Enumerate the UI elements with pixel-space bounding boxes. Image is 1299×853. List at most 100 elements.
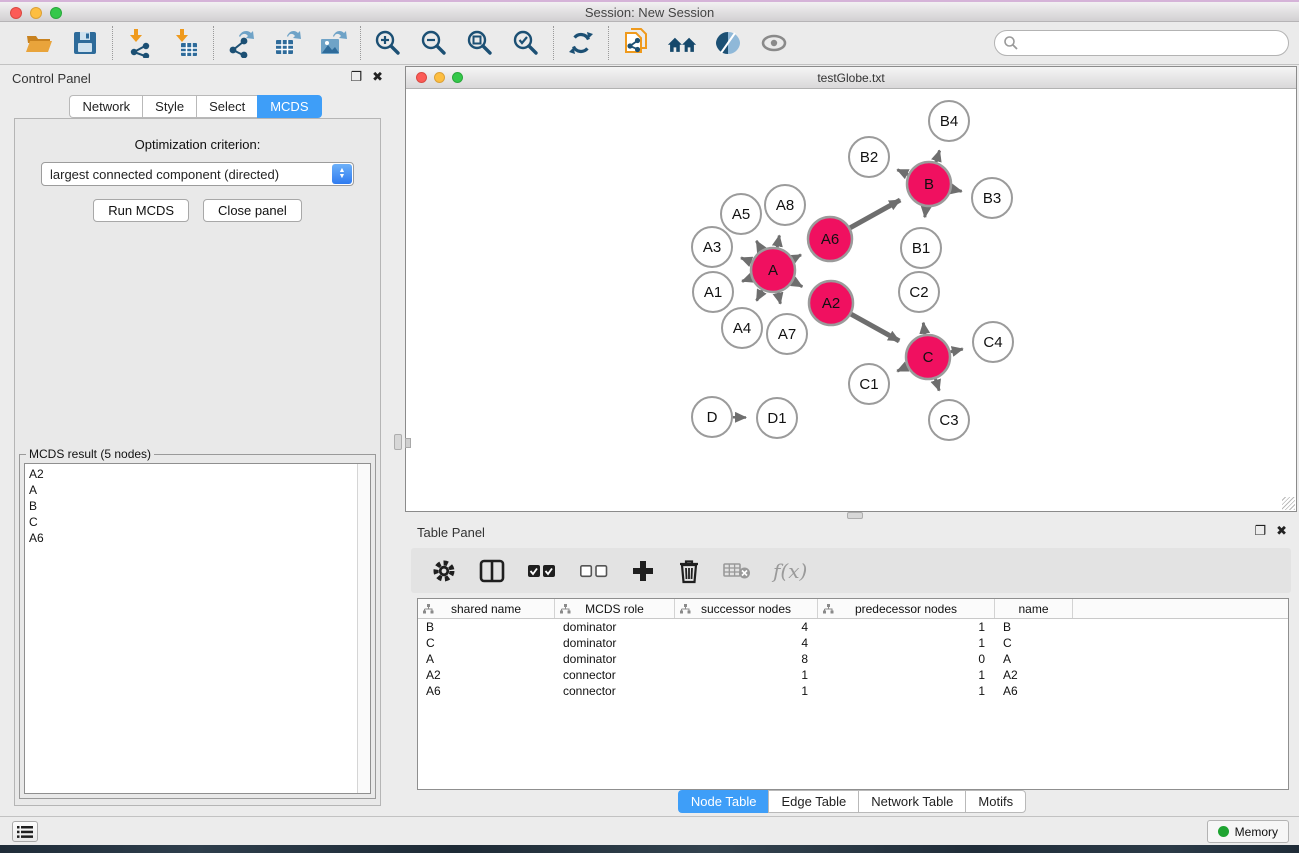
mcds-result-item[interactable]: A6 — [29, 530, 370, 546]
column-header-predecessor-nodes[interactable]: predecessor nodes — [818, 599, 995, 618]
graph-edge-A-A4[interactable] — [757, 290, 763, 300]
float-panel-icon[interactable]: ❐ — [350, 69, 362, 85]
mcds-result-item[interactable]: C — [29, 514, 370, 530]
import-network-icon[interactable] — [125, 28, 155, 58]
close-table-panel-icon[interactable]: ✖ — [1276, 523, 1287, 539]
table-cell[interactable]: A — [418, 652, 555, 666]
export-image-icon[interactable] — [318, 28, 348, 58]
memory-button[interactable]: Memory — [1207, 820, 1289, 843]
graph-edge-A-A3[interactable] — [741, 258, 752, 262]
table-cell[interactable]: A6 — [418, 684, 555, 698]
table-cell[interactable]: A6 — [995, 684, 1073, 698]
close-panel-icon[interactable]: ✖ — [372, 69, 383, 85]
mcds-list-scrollbar[interactable] — [357, 464, 370, 793]
table-settings-icon[interactable] — [431, 558, 457, 584]
search-field[interactable] — [994, 30, 1289, 56]
close-panel-button[interactable]: Close panel — [203, 199, 302, 222]
table-row[interactable]: Bdominator41B — [418, 619, 1288, 635]
save-session-icon[interactable] — [70, 28, 100, 58]
window-resize-grip[interactable] — [1282, 497, 1295, 510]
graph-edge-B-B1[interactable] — [925, 207, 926, 217]
table-cell[interactable]: 1 — [818, 684, 995, 698]
table-tab-motifs[interactable]: Motifs — [965, 790, 1026, 813]
table-cell[interactable]: dominator — [555, 620, 675, 634]
control-tab-select[interactable]: Select — [196, 95, 257, 118]
graph-edge-C-C3[interactable] — [935, 379, 939, 391]
float-table-panel-icon[interactable]: ❐ — [1254, 523, 1266, 539]
graph-edge-A-A2[interactable] — [793, 281, 802, 286]
graph-edge-B-B2[interactable] — [897, 170, 908, 175]
export-table-icon[interactable] — [272, 28, 302, 58]
new-network-from-selection-icon[interactable] — [621, 28, 651, 58]
deselect-all-columns-icon[interactable] — [579, 563, 609, 579]
control-tab-style[interactable]: Style — [142, 95, 196, 118]
export-network-icon[interactable] — [226, 28, 256, 58]
graph-edge-C-C2[interactable] — [923, 323, 925, 335]
table-row[interactable]: A2connector11A2 — [418, 667, 1288, 683]
table-cell[interactable]: connector — [555, 668, 675, 682]
graph-edge-B-B3[interactable] — [952, 189, 962, 191]
table-cell[interactable]: 1 — [675, 684, 818, 698]
control-tab-network[interactable]: Network — [69, 95, 142, 118]
column-header-shared-name[interactable]: shared name — [418, 599, 555, 618]
table-cell[interactable]: 1 — [818, 636, 995, 650]
column-header-successor-nodes[interactable]: successor nodes — [675, 599, 818, 618]
table-cell[interactable]: 0 — [818, 652, 995, 666]
zoom-in-icon[interactable] — [373, 28, 403, 58]
table-cell[interactable]: 8 — [675, 652, 818, 666]
graph-edge-A6-B[interactable] — [850, 200, 900, 228]
delete-table-icon[interactable] — [723, 561, 751, 581]
show-column-panel-icon[interactable] — [479, 559, 505, 583]
run-mcds-button[interactable]: Run MCDS — [93, 199, 189, 222]
table-cell[interactable]: C — [995, 636, 1073, 650]
horizontal-splitter-grip[interactable] — [847, 512, 863, 519]
table-cell[interactable]: 4 — [675, 636, 818, 650]
import-table-icon[interactable] — [171, 28, 201, 58]
table-cell[interactable]: B — [995, 620, 1073, 634]
table-row[interactable]: A6connector11A6 — [418, 683, 1288, 699]
search-input[interactable] — [1019, 36, 1288, 51]
zoom-out-icon[interactable] — [419, 28, 449, 58]
open-session-icon[interactable] — [24, 28, 54, 58]
table-cell[interactable]: 1 — [818, 620, 995, 634]
control-tab-mcds[interactable]: MCDS — [257, 95, 321, 118]
graph-edge-A-A5[interactable] — [756, 241, 761, 250]
mcds-result-item[interactable]: A — [29, 482, 370, 498]
graph-edge-A2-C[interactable] — [851, 314, 899, 341]
delete-columns-icon[interactable] — [677, 558, 701, 584]
create-new-column-icon[interactable] — [631, 559, 655, 583]
criterion-select[interactable]: largest connected component (directed) ▲… — [41, 162, 354, 186]
table-row[interactable]: Cdominator41C — [418, 635, 1288, 651]
vertical-splitter-grip[interactable] — [394, 434, 402, 450]
network-canvas[interactable]: B4B2BB3A8A5A6A3B1AA1C2A2A4A7C4CC1DD1C3 — [407, 89, 1295, 510]
table-tab-node-table[interactable]: Node Table — [678, 790, 769, 813]
network-window-titlebar[interactable]: testGlobe.txt — [406, 67, 1296, 89]
mcds-result-item[interactable]: B — [29, 498, 370, 514]
table-cell[interactable]: 1 — [818, 668, 995, 682]
table-cell[interactable]: A2 — [995, 668, 1073, 682]
table-row[interactable]: Adominator80A — [418, 651, 1288, 667]
graph-edge-A-A7[interactable] — [778, 293, 781, 304]
table-cell[interactable]: dominator — [555, 636, 675, 650]
task-history-button[interactable] — [12, 821, 38, 842]
table-tab-network-table[interactable]: Network Table — [858, 790, 965, 813]
zoom-selected-icon[interactable] — [511, 28, 541, 58]
hide-graphics-details-icon[interactable] — [759, 28, 789, 58]
table-cell[interactable]: B — [418, 620, 555, 634]
column-header-MCDS-role[interactable]: MCDS role — [555, 599, 675, 618]
table-cell[interactable]: 4 — [675, 620, 818, 634]
show-graphics-details-icon[interactable] — [713, 28, 743, 58]
select-all-columns-icon[interactable] — [527, 563, 557, 579]
graph-edge-C-C4[interactable] — [950, 349, 962, 352]
table-cell[interactable]: A2 — [418, 668, 555, 682]
graph-edge-B-B4[interactable] — [936, 151, 940, 163]
table-cell[interactable]: C — [418, 636, 555, 650]
table-cell[interactable]: 1 — [675, 668, 818, 682]
first-neighbors-icon[interactable] — [667, 28, 697, 58]
table-cell[interactable]: dominator — [555, 652, 675, 666]
graph-edge-C-C1[interactable] — [897, 367, 907, 372]
refresh-layout-icon[interactable] — [566, 28, 596, 58]
mcds-result-list[interactable]: A2ABCA6 — [24, 463, 371, 794]
graph-edge-A-A8[interactable] — [777, 236, 779, 248]
mcds-result-item[interactable]: A2 — [29, 466, 370, 482]
